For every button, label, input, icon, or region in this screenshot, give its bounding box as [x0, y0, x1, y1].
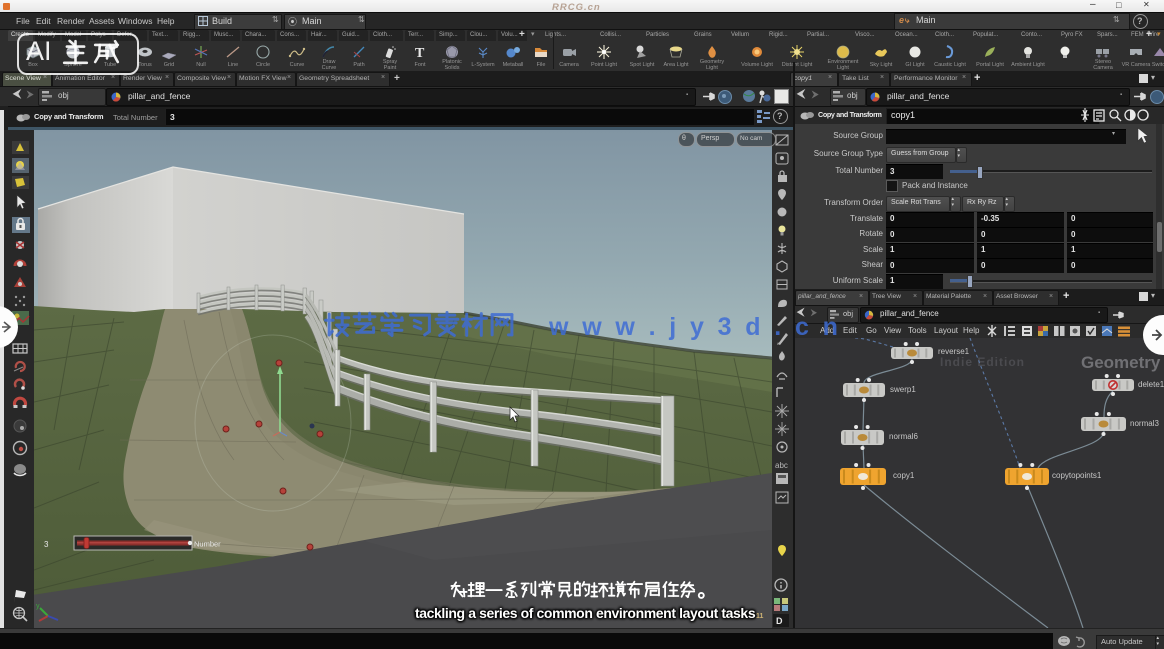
svg-text:D: D — [776, 616, 783, 626]
svg-text:Number: Number — [194, 540, 221, 549]
svg-text:T: T — [415, 46, 425, 60]
svg-text:abc: abc — [775, 461, 788, 470]
svg-text:3: 3 — [44, 540, 49, 549]
svg-text:y: y — [36, 603, 40, 610]
